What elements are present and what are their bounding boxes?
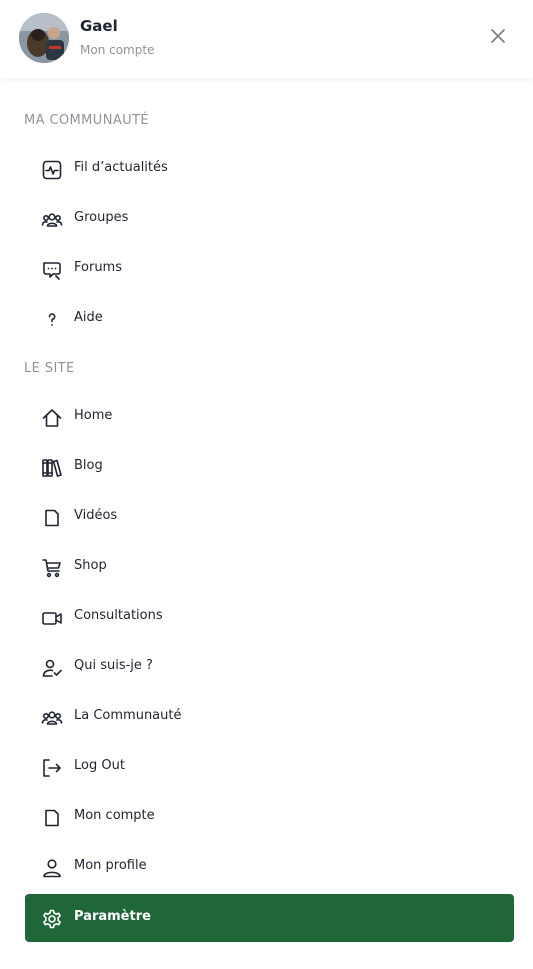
section-title-community: MA COMMUNAUTÉ [24,113,149,128]
menu-item-label: Shop [74,558,107,573]
menu-item-forums[interactable]: Forums [25,245,514,293]
menu-item-label: La Communauté [74,708,182,723]
menu-item-label: Vidéos [74,508,118,523]
menu-item-help[interactable]: Aide [25,295,514,343]
user-name[interactable]: Gael [80,17,118,35]
home-icon [41,407,63,429]
menu-item-profile[interactable]: Mon profile [25,843,514,891]
menu-item-about[interactable]: Qui suis-je ? [25,643,514,691]
menu-item-label: Mon compte [74,808,155,823]
menu-item-groups[interactable]: Groupes [25,195,514,243]
menu-item-logout[interactable]: Log Out [25,743,514,791]
menu-item-settings[interactable]: Paramètre [25,894,514,942]
avatar[interactable] [19,13,69,63]
books-icon [41,457,63,479]
menu-item-label: Forums [74,260,122,275]
chat-icon [41,259,63,281]
group-icon [41,209,63,231]
close-icon [491,29,505,43]
section-title-site: LE SITE [24,361,75,376]
activity-icon [41,159,63,181]
menu-item-consultations[interactable]: Consultations [25,593,514,641]
group-icon [41,707,63,729]
menu-item-home[interactable]: Home [25,393,514,441]
menu-item-label: Home [74,408,113,423]
menu-item-label: Mon profile [74,858,147,873]
gear-icon [41,908,63,930]
menu-item-blog[interactable]: Blog [25,443,514,491]
menu-item-shop[interactable]: Shop [25,543,514,591]
video-camera-icon [41,607,63,629]
user-check-icon [41,657,63,679]
cart-icon [41,557,63,579]
menu-item-account[interactable]: Mon compte [25,793,514,841]
menu-item-videos[interactable]: Vidéos [25,493,514,541]
account-link[interactable]: Mon compte [80,43,154,57]
file-icon [41,507,63,529]
menu-item-label: Qui suis-je ? [74,658,153,673]
menu-item-label: Aide [74,310,103,325]
menu-item-label: Paramètre [74,909,151,924]
menu-item-label: Blog [74,458,103,473]
help-icon [41,309,63,331]
file-icon [41,807,63,829]
menu-item-label: Consultations [74,608,163,623]
menu-item-newsfeed[interactable]: Fil d’actualités [25,145,514,193]
panel-header: Gael Mon compte [0,0,533,78]
avatar-image [19,13,69,63]
menu-item-label: Groupes [74,210,129,225]
logout-icon [41,757,63,779]
user-icon [41,857,63,879]
menu-item-community[interactable]: La Communauté [25,693,514,741]
close-button[interactable] [486,25,510,47]
menu-item-label: Fil d’actualités [74,160,168,175]
menu-item-label: Log Out [74,758,125,773]
